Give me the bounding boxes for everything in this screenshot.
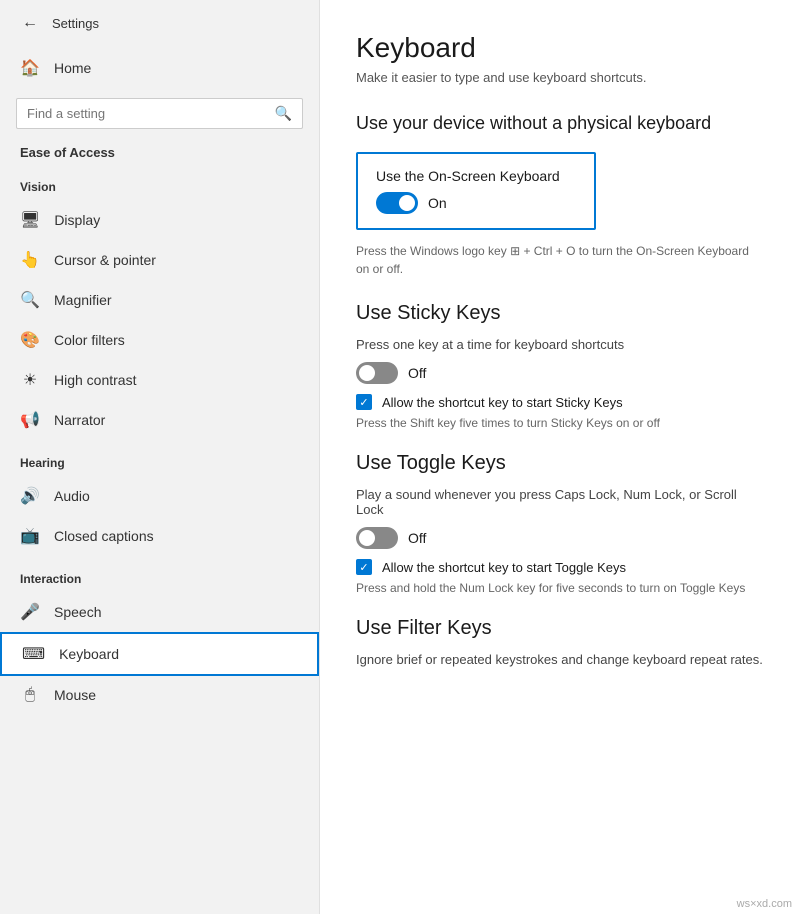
home-label: Home <box>54 60 91 76</box>
settings-title: Settings <box>52 16 99 31</box>
speech-icon: 🎤 <box>20 602 40 622</box>
search-icon: 🔍 <box>275 105 292 122</box>
hearing-section-label: Hearing <box>0 440 319 476</box>
sidebar-item-closedcaptions-label: Closed captions <box>54 528 154 544</box>
back-button[interactable]: ← <box>16 12 44 34</box>
sidebar-item-keyboard-label: Keyboard <box>59 646 119 662</box>
sidebar-item-magnifier-label: Magnifier <box>54 292 112 308</box>
onscreen-keyboard-toggle[interactable] <box>376 192 418 214</box>
toggle-keys-status: Off <box>408 530 426 546</box>
ease-of-access-label: Ease of Access <box>0 137 319 164</box>
sidebar: ← Settings 🏠 Home 🔍 Ease of Access Visio… <box>0 0 320 914</box>
sidebar-item-audio-label: Audio <box>54 488 90 504</box>
toggle-keys-checkbox[interactable]: ✓ <box>356 559 372 575</box>
sidebar-item-narrator-label: Narrator <box>54 412 105 428</box>
display-icon: 🖥 <box>20 210 40 230</box>
onscreen-toggle-status: On <box>428 195 447 211</box>
sidebar-item-home[interactable]: 🏠 Home <box>0 46 319 90</box>
toggle-keys-title: Use Toggle Keys <box>356 452 764 475</box>
toggle-keys-toggle-row: Off <box>356 527 764 549</box>
colorfilters-icon: 🎨 <box>20 330 40 350</box>
filter-keys-desc: Ignore brief or repeated keystrokes and … <box>356 652 764 667</box>
sidebar-item-display-label: Display <box>54 212 100 228</box>
onscreen-keyboard-card: Use the On-Screen Keyboard On <box>356 152 596 230</box>
title-bar: ← Settings <box>0 0 319 46</box>
sidebar-item-narrator[interactable]: 📢 Narrator <box>0 400 319 440</box>
toggle-keys-checkbox-label: Allow the shortcut key to start Toggle K… <box>382 560 626 575</box>
sticky-keys-toggle-row: Off <box>356 362 764 384</box>
sidebar-item-mouse-label: Mouse <box>54 687 96 703</box>
cursor-icon: 👆 <box>20 250 40 270</box>
toggle-keys-toggle[interactable] <box>356 527 398 549</box>
sticky-keys-checkbox[interactable]: ✓ <box>356 394 372 410</box>
keyboard-icon: ⌨ <box>22 644 45 664</box>
sticky-keys-checkbox-label: Allow the shortcut key to start Sticky K… <box>382 395 623 410</box>
sidebar-item-highcontrast[interactable]: ☀ High contrast <box>0 360 319 400</box>
sticky-keys-toggle[interactable] <box>356 362 398 384</box>
interaction-section-label: Interaction <box>0 556 319 592</box>
audio-icon: 🔊 <box>20 486 40 506</box>
toggle-keys-desc: Play a sound whenever you press Caps Loc… <box>356 487 764 517</box>
watermark: ws×xd.com <box>737 898 792 910</box>
sidebar-item-closedcaptions[interactable]: 📺 Closed captions <box>0 516 319 556</box>
narrator-icon: 📢 <box>20 410 40 430</box>
sticky-keys-desc: Press one key at a time for keyboard sho… <box>356 337 764 352</box>
sidebar-item-magnifier[interactable]: 🔍 Magnifier <box>0 280 319 320</box>
sidebar-item-audio[interactable]: 🔊 Audio <box>0 476 319 516</box>
sidebar-item-display[interactable]: 🖥 Display <box>0 200 319 240</box>
toggle-keys-checkbox-hint: Press and hold the Num Lock key for five… <box>356 579 764 597</box>
sticky-keys-checkbox-hint: Press the Shift key five times to turn S… <box>356 414 764 432</box>
sidebar-item-colorfilters[interactable]: 🎨 Color filters <box>0 320 319 360</box>
onscreen-toggle-row: On <box>376 192 576 214</box>
page-title: Keyboard <box>356 32 764 64</box>
onscreen-keyboard-label: Use the On-Screen Keyboard <box>376 168 576 184</box>
sidebar-item-colorfilters-label: Color filters <box>54 332 125 348</box>
sticky-keys-status: Off <box>408 365 426 381</box>
filter-keys-title: Use Filter Keys <box>356 617 764 640</box>
home-icon: 🏠 <box>20 58 40 78</box>
toggle-keys-checkbox-row: ✓ Allow the shortcut key to start Toggle… <box>356 559 764 575</box>
onscreen-hint: Press the Windows logo key ⊞ + Ctrl + O … <box>356 242 764 278</box>
closedcaptions-icon: 📺 <box>20 526 40 546</box>
search-input[interactable] <box>27 106 269 121</box>
page-subtitle: Make it easier to type and use keyboard … <box>356 70 764 85</box>
section1-title: Use your device without a physical keybo… <box>356 113 764 134</box>
sticky-keys-title: Use Sticky Keys <box>356 302 764 325</box>
sidebar-item-cursor[interactable]: 👆 Cursor & pointer <box>0 240 319 280</box>
sidebar-item-highcontrast-label: High contrast <box>54 372 136 388</box>
vision-section-label: Vision <box>0 164 319 200</box>
sidebar-item-cursor-label: Cursor & pointer <box>54 252 156 268</box>
sidebar-item-speech[interactable]: 🎤 Speech <box>0 592 319 632</box>
sidebar-item-mouse[interactable]: 🖱 Mouse <box>0 676 319 714</box>
sidebar-item-keyboard[interactable]: ⌨ Keyboard <box>0 632 319 676</box>
sticky-keys-checkbox-row: ✓ Allow the shortcut key to start Sticky… <box>356 394 764 410</box>
main-content: Keyboard Make it easier to type and use … <box>320 0 800 914</box>
sidebar-item-speech-label: Speech <box>54 604 101 620</box>
mouse-icon: 🖱 <box>20 686 40 704</box>
magnifier-icon: 🔍 <box>20 290 40 310</box>
highcontrast-icon: ☀ <box>20 370 40 390</box>
search-box: 🔍 <box>16 98 303 129</box>
